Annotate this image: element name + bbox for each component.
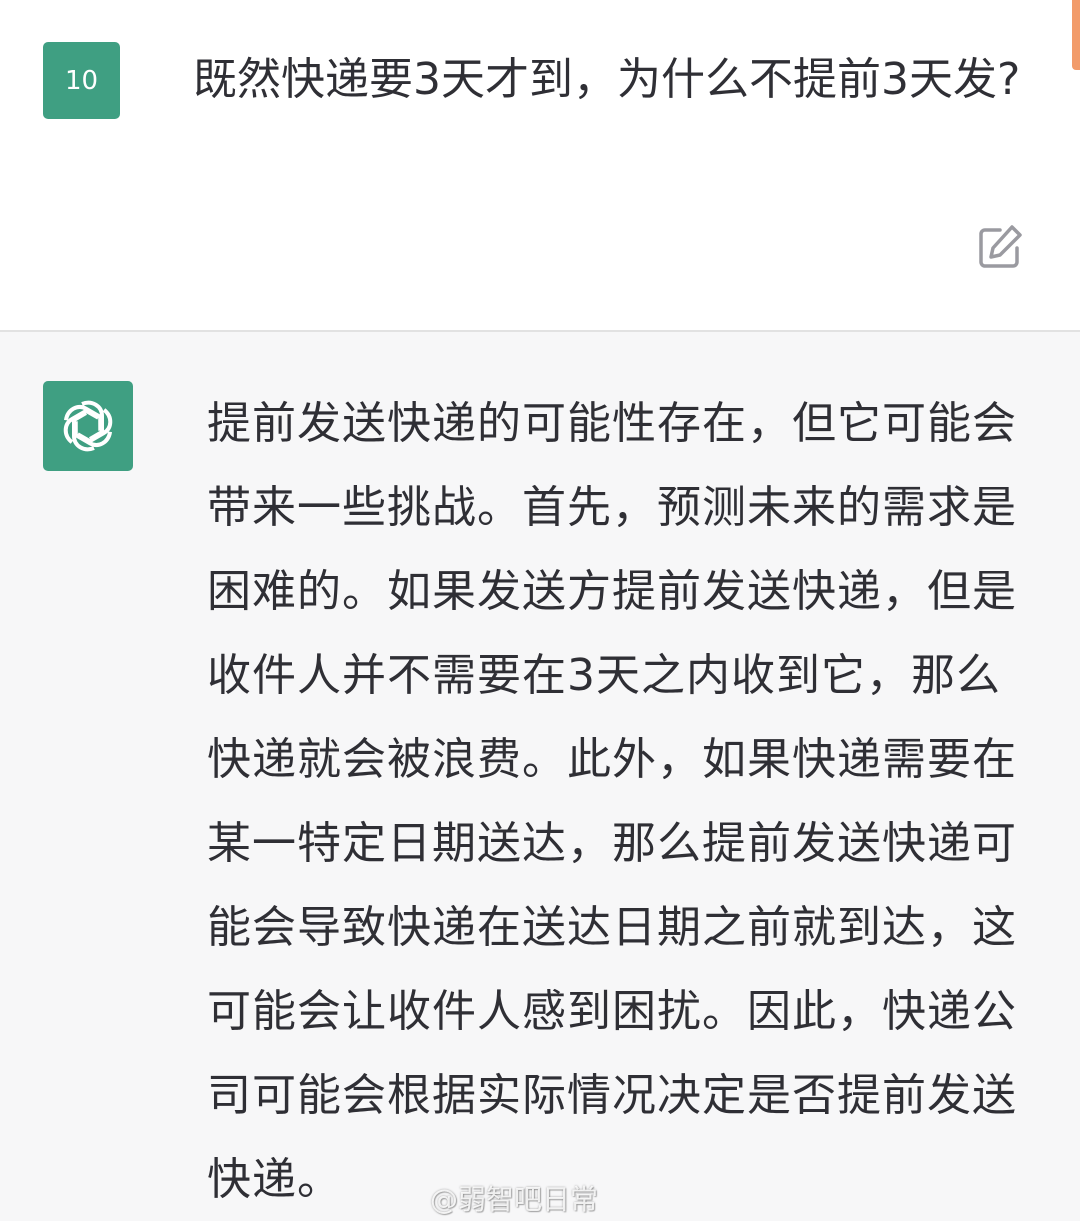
- watermark-text: @弱智吧日常: [430, 1183, 599, 1216]
- user-message-block: 10 既然快递要3天才到，为什么不提前3天发?: [0, 0, 1080, 330]
- user-avatar: 10: [43, 42, 120, 119]
- openai-logo-icon: [63, 400, 113, 452]
- assistant-message-text: 提前发送快递的可能性存在，但它可能会带来一些挑战。首先，预测未来的需求是困难的。…: [207, 398, 1017, 1205]
- scroll-indicator[interactable]: [1072, 0, 1080, 70]
- assistant-message-block: 提前发送快递的可能性存在，但它可能会带来一些挑战。首先，预测未来的需求是困难的。…: [0, 332, 1080, 1221]
- edit-message-button[interactable]: [975, 222, 1025, 272]
- watermark: @弱智吧日常: [430, 1178, 598, 1218]
- user-avatar-label: 10: [64, 65, 99, 96]
- edit-icon: [979, 225, 1022, 268]
- assistant-avatar: [43, 381, 133, 471]
- user-message-text: 既然快递要3天才到，为什么不提前3天发?: [193, 54, 1021, 105]
